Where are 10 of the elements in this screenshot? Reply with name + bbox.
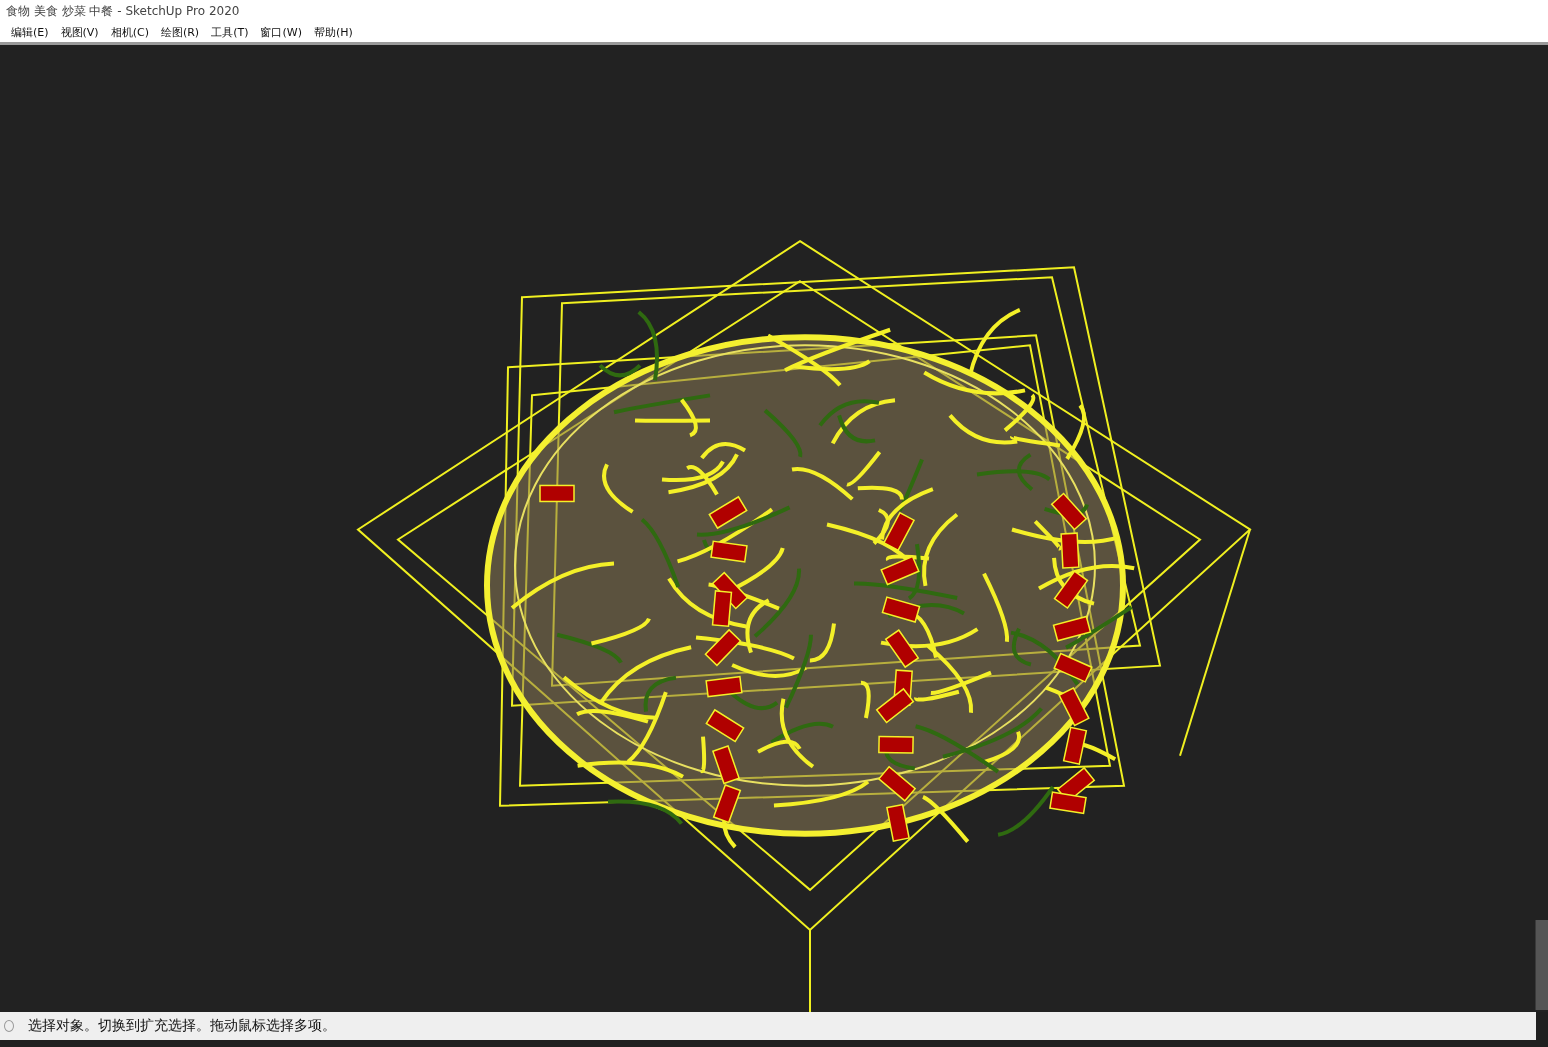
menu-item[interactable]: 工具(T) [208,24,252,40]
menu-item[interactable]: 帮助(H) [310,24,356,40]
menu-item[interactable]: 窗口(W) [257,24,305,40]
status-message: 选择对象。切换到扩充选择。拖动鼠标选择多项。 [28,1017,336,1035]
window-title: 食物 美食 炒菜 中餐 - SketchUp Pro 2020 [6,2,240,20]
menu-item[interactable]: 绘图(R) [157,24,203,40]
menu-item[interactable]: 相机(C) [107,24,152,40]
menu-item[interactable]: 编辑(E) [8,24,52,40]
menu-item[interactable]: 视图(V) [57,24,102,40]
scrollbar[interactable] [1535,920,1548,1010]
